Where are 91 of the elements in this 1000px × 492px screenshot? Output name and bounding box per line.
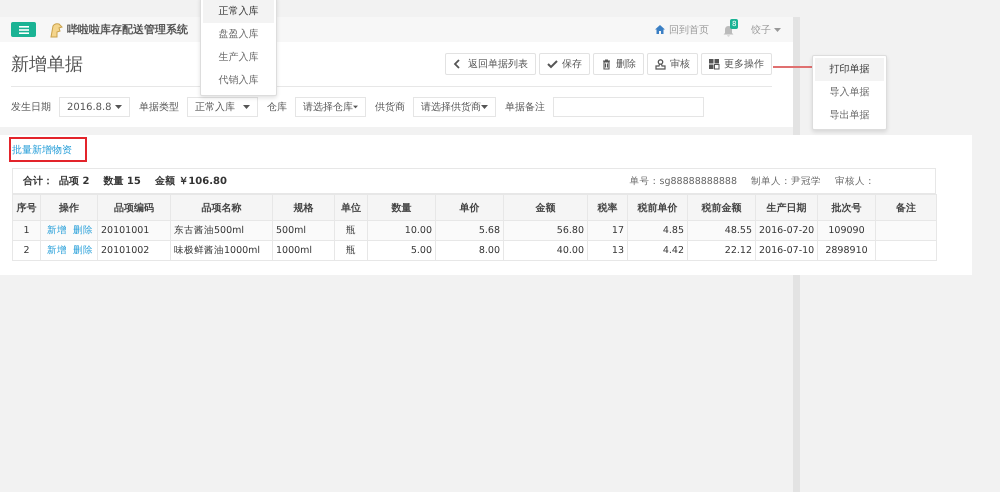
- column-header: 备注: [876, 194, 936, 220]
- table-cell: 56.80: [556, 225, 584, 236]
- table-cell: 瓶: [346, 225, 356, 236]
- column-header: 生产日期: [756, 194, 818, 220]
- table-cell: 4.85: [662, 225, 684, 236]
- summary-item: 数量 15: [103, 174, 141, 188]
- add-link[interactable]: 新增: [47, 245, 67, 256]
- select-field[interactable]: 请选择仓库: [295, 97, 366, 117]
- menu-item[interactable]: 导入单据: [815, 81, 884, 104]
- input-field[interactable]: [553, 97, 704, 117]
- caret-icon: [353, 105, 358, 109]
- table-cell: 4.42: [662, 245, 684, 256]
- select-field[interactable]: 正常入库: [187, 97, 258, 117]
- menu-item[interactable]: 生产入库: [203, 46, 274, 69]
- table-cell: 瓶: [346, 245, 356, 256]
- field-label: 发生日期: [11, 100, 51, 114]
- audit-button[interactable]: 审核: [647, 53, 698, 75]
- meta-text: 制单人：尹冠学: [751, 174, 821, 188]
- summary-item: 品项 2: [59, 174, 90, 188]
- caret-icon: [774, 28, 781, 32]
- delete-button[interactable]: 删除: [593, 53, 644, 75]
- column-header: 税前单价: [628, 194, 688, 220]
- leader-line: [773, 66, 812, 68]
- field-label: 仓库: [267, 100, 287, 114]
- column-header: 数量: [368, 194, 436, 220]
- menu-button[interactable]: [11, 22, 36, 37]
- page-title: 新增单据: [11, 53, 83, 76]
- batch-add-link[interactable]: 批量新增物资: [12, 145, 72, 156]
- table-cell: 1: [23, 225, 30, 236]
- summary-label: 合计：: [23, 174, 53, 188]
- grid-icon: [709, 58, 720, 70]
- menu-item[interactable]: 代销入库: [203, 69, 274, 92]
- column-header: 税率: [588, 194, 628, 220]
- delete-link[interactable]: 删除: [73, 245, 93, 256]
- table-cell: 13: [612, 245, 624, 256]
- back-button[interactable]: 返回单据列表: [445, 53, 536, 75]
- table-cell: 8.00: [478, 245, 500, 256]
- home-icon: [655, 25, 665, 34]
- column-header: 操作: [40, 194, 98, 220]
- column-header: 单价: [436, 194, 504, 220]
- field-label: 单据备注: [505, 100, 545, 114]
- column-header: 品项名称: [170, 194, 272, 220]
- table-cell: 2016-07-10: [759, 245, 814, 256]
- meta-text: 单号：sg88888888888: [630, 174, 737, 188]
- table-cell: 味极鲜酱油1000ml: [174, 245, 260, 256]
- summary-item: 金额 ￥106.80: [154, 174, 227, 188]
- trash-icon: [601, 58, 612, 70]
- table-cell: 2: [23, 245, 30, 256]
- column-header: 批次号: [818, 194, 876, 220]
- field-label: 单据类型: [139, 100, 179, 114]
- caret-icon: [115, 105, 122, 109]
- table-cell: 500ml: [276, 225, 306, 236]
- table-cell: 20101002: [101, 245, 150, 256]
- table-cell: 2016-07-20: [759, 225, 814, 236]
- column-header: 序号: [12, 194, 40, 220]
- table-cell: 2898910: [825, 245, 868, 256]
- column-header: 品项编码: [98, 194, 170, 220]
- menu-item[interactable]: 打印单据: [815, 58, 884, 81]
- select-field[interactable]: 2016.8.8: [59, 97, 130, 117]
- save-button[interactable]: 保存: [539, 53, 590, 75]
- table-cell: 109090: [828, 225, 865, 236]
- column-header: 单位: [334, 194, 368, 220]
- table-cell: 20101001: [101, 225, 150, 236]
- table-cell: 1000ml: [276, 245, 312, 256]
- field-label: 供货商: [375, 100, 405, 114]
- table-cell: 东古酱油500ml: [174, 225, 244, 236]
- logo-icon: [48, 22, 64, 38]
- stamp-icon: [655, 58, 666, 70]
- table-cell: 22.12: [724, 245, 752, 256]
- menu-icon: [18, 26, 28, 34]
- table-cell: 17: [612, 225, 624, 236]
- table-cell: 40.00: [556, 245, 584, 256]
- table-cell: 5.00: [410, 245, 432, 256]
- caret-icon: [481, 105, 488, 109]
- app-title: 哔啦啦库存配送管理系统: [67, 22, 188, 37]
- table-cell: 5.68: [478, 225, 500, 236]
- bell-icon: [723, 24, 734, 36]
- menu-item[interactable]: 正常入库: [203, 0, 274, 23]
- delete-link[interactable]: 删除: [73, 225, 93, 236]
- select-field[interactable]: 请选择供货商: [413, 97, 496, 117]
- column-header: 金额: [504, 194, 588, 220]
- table-cell: 48.55: [724, 225, 752, 236]
- column-header: 税前金额: [688, 194, 756, 220]
- meta-text: 审核人：: [835, 174, 875, 188]
- menu-item[interactable]: 导出单据: [815, 104, 884, 127]
- checkmark-icon: [547, 58, 558, 70]
- caret-icon: [243, 105, 250, 109]
- more-actions-button[interactable]: 更多操作: [701, 53, 772, 75]
- menu-item[interactable]: 盘盈入库: [203, 23, 274, 46]
- table-cell: 10.00: [404, 225, 432, 236]
- column-header: 规格: [272, 194, 334, 220]
